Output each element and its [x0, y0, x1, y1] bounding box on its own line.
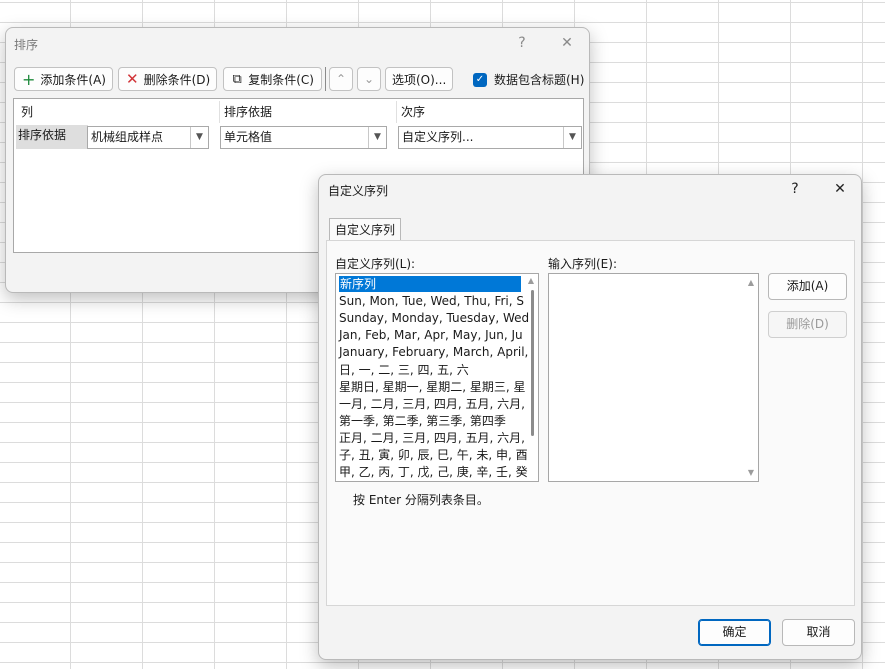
add-list-label: 添加(A) — [786, 279, 829, 293]
checkmark-icon: ✓ — [473, 72, 487, 87]
options-button[interactable]: 选项(O)... — [385, 67, 453, 91]
list-item[interactable]: 正月, 二月, 三月, 四月, 五月, 六月, — [339, 430, 525, 446]
copy-condition-label: 复制条件(C) — [248, 72, 314, 87]
scroll-up-icon[interactable]: ▲ — [748, 278, 754, 287]
sort-dialog-titlebar: 排序 ? ✕ — [6, 28, 589, 58]
column-header-sort-on: 排序依据 — [224, 105, 273, 119]
separator-hint: 按 Enter 分隔列表条目。 — [353, 493, 489, 507]
cancel-button[interactable]: 取消 — [782, 619, 855, 646]
custom-lists-label: 自定义序列(L): — [335, 257, 416, 271]
delete-list-button[interactable]: 删除(D) — [768, 311, 847, 338]
list-item[interactable]: 子, 丑, 寅, 卯, 辰, 巳, 午, 未, 申, 酉 — [339, 447, 528, 463]
custom-lists-listbox[interactable]: 新序列 Sun, Mon, Tue, Wed, Thu, Fri, S Sunday… — [335, 273, 539, 482]
cancel-label: 取消 — [806, 625, 831, 639]
sort-order-value: 自定义序列... — [402, 130, 474, 144]
list-item[interactable]: 甲, 乙, 丙, 丁, 戊, 己, 庚, 辛, 壬, 癸 — [339, 464, 528, 480]
add-list-button[interactable]: 添加(A) — [768, 273, 847, 300]
delete-list-label: 删除(D) — [786, 317, 829, 331]
chevron-down-icon: ⌄ — [363, 72, 375, 86]
sort-column-select[interactable]: 机械组成样点 ▼ — [87, 126, 209, 149]
plus-icon: + — [22, 69, 36, 89]
tab-custom-lists[interactable]: 自定义序列 — [329, 218, 402, 241]
chevron-down-icon: ▼ — [563, 127, 581, 148]
sort-on-value: 单元格值 — [224, 130, 273, 144]
move-down-button[interactable]: ⌄ — [357, 67, 381, 91]
chevron-down-icon: ▼ — [368, 127, 386, 148]
delete-condition-button[interactable]: ✕ 删除条件(D) — [118, 67, 217, 91]
options-label: 选项(O)... — [392, 72, 447, 87]
column-header-col: 列 — [21, 105, 34, 119]
list-entries-label: 输入序列(E): — [548, 257, 617, 271]
add-condition-button[interactable]: + 添加条件(A) — [14, 67, 113, 91]
custom-dialog-titlebar: 自定义序列 ? ✕ — [319, 175, 861, 205]
sort-on-select[interactable]: 单元格值 ▼ — [220, 126, 387, 149]
move-up-button[interactable]: ⌃ — [329, 67, 353, 91]
delete-condition-label: 删除条件(D) — [143, 72, 211, 87]
close-icon[interactable]: ✕ — [829, 178, 851, 200]
toolbar-divider — [325, 67, 326, 91]
chevron-up-icon: ⌃ — [335, 72, 347, 86]
list-scrollbar-thumb[interactable] — [531, 290, 534, 436]
custom-dialog-title: 自定义序列 — [328, 184, 389, 198]
column-header-order: 次序 — [401, 105, 426, 119]
copy-icon: ⧉ — [232, 71, 242, 87]
list-item[interactable]: January, February, March, April, — [339, 344, 528, 360]
scroll-up-icon[interactable]: ▲ — [528, 276, 534, 285]
list-item[interactable]: Sun, Mon, Tue, Wed, Thu, Fri, S — [339, 293, 524, 309]
custom-lists-dialog: 自定义序列 ? ✕ 自定义序列 自定义序列(L): 输入序列(E): 新序列 Su… — [318, 174, 862, 660]
sort-row-label[interactable]: 排序依据 — [16, 125, 88, 149]
has-headers-checkbox[interactable]: ✓ 数据包含标题(H) — [473, 71, 584, 88]
scroll-down-icon[interactable]: ▼ — [748, 468, 754, 477]
sort-order-select[interactable]: 自定义序列... ▼ — [398, 126, 582, 149]
list-item[interactable]: Jan, Feb, Mar, Apr, May, Jun, Ju — [339, 327, 523, 343]
ok-button[interactable]: 确定 — [698, 619, 771, 646]
help-icon[interactable]: ? — [511, 32, 533, 54]
chevron-down-icon: ▼ — [190, 127, 208, 148]
list-item[interactable]: 一月, 二月, 三月, 四月, 五月, 六月, — [339, 396, 525, 412]
add-condition-label: 添加条件(A) — [40, 72, 106, 87]
list-item[interactable]: 星期日, 星期一, 星期二, 星期三, 星 — [339, 379, 526, 395]
delete-x-icon: ✕ — [126, 70, 139, 88]
close-icon[interactable]: ✕ — [556, 32, 578, 54]
list-item[interactable]: 日, 一, 二, 三, 四, 五, 六 — [339, 362, 469, 378]
sort-column-value: 机械组成样点 — [91, 130, 164, 144]
ok-label: 确定 — [722, 625, 747, 639]
has-headers-label: 数据包含标题(H) — [494, 73, 585, 87]
copy-condition-button[interactable]: ⧉ 复制条件(C) — [223, 67, 322, 91]
list-item[interactable]: 第一季, 第二季, 第三季, 第四季 — [339, 413, 506, 429]
sort-dialog-title: 排序 — [14, 38, 39, 52]
custom-lists-panel: 自定义序列(L): 输入序列(E): 新序列 Sun, Mon, Tue, Wed… — [326, 240, 855, 606]
list-entries-textarea[interactable]: ▲ ▼ — [548, 273, 759, 482]
list-item[interactable]: Sunday, Monday, Tuesday, Wed — [339, 310, 529, 326]
help-icon[interactable]: ? — [784, 178, 806, 200]
list-item[interactable]: 新序列 — [339, 276, 521, 292]
